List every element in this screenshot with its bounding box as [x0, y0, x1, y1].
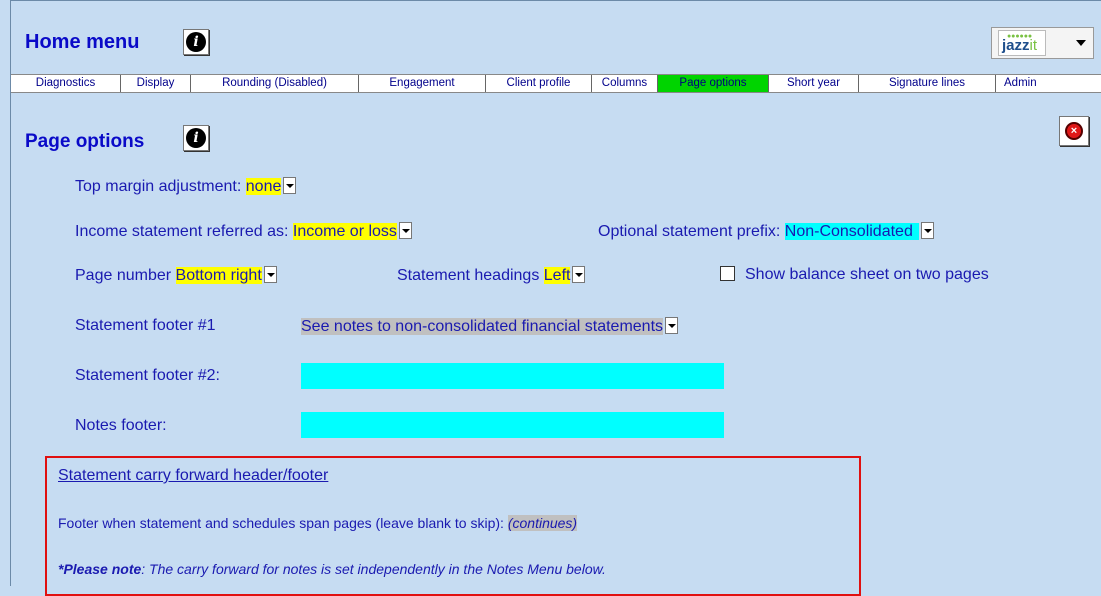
- home-menu-panel: Home menu i ● ● ● ● ● ● jazzit Diagnosti…: [10, 0, 1101, 596]
- income-statement-label: Income statement referred as:: [75, 223, 289, 240]
- page-options-info-button[interactable]: i: [183, 125, 209, 151]
- chevron-down-icon[interactable]: [665, 317, 679, 334]
- chevron-down-icon[interactable]: [398, 222, 412, 239]
- note-text: : The carry forward for notes is set ind…: [141, 561, 606, 577]
- statement-prefix-select[interactable]: Non-Consolidated: [784, 223, 919, 240]
- chevron-down-icon[interactable]: [283, 177, 297, 194]
- logo-text: jazzit: [1002, 37, 1038, 54]
- page-title: Home menu: [25, 31, 140, 53]
- close-button[interactable]: ×: [1059, 116, 1089, 146]
- home-info-button[interactable]: i: [183, 29, 209, 55]
- close-icon: ×: [1065, 122, 1083, 140]
- top-margin-label: Top margin adjustment:: [75, 178, 242, 195]
- tab-rounding[interactable]: Rounding (Disabled): [191, 75, 359, 92]
- income-statement-select[interactable]: Income or loss: [292, 223, 397, 240]
- footer1-label: Statement footer #1: [75, 317, 216, 334]
- balance-sheet-checkbox[interactable]: [720, 266, 735, 281]
- carry-forward-footer-label: Footer when statement and schedules span…: [58, 515, 504, 531]
- footer1-select[interactable]: See notes to non-consolidated financial …: [301, 318, 664, 335]
- top-margin-row: Top margin adjustment: none: [75, 177, 297, 196]
- statement-headings-row: Statement headings Left: [397, 266, 586, 285]
- income-statement-row: Income statement referred as: Income or …: [75, 222, 412, 241]
- tab-bar: Diagnostics Display Rounding (Disabled) …: [11, 74, 1101, 93]
- tab-signature-lines[interactable]: Signature lines: [859, 75, 996, 92]
- carry-forward-note: *Please note: The carry forward for note…: [58, 561, 606, 577]
- note-emphasis: *Please note: [58, 561, 142, 577]
- notes-footer-input[interactable]: [301, 412, 724, 438]
- tab-short-year[interactable]: Short year: [769, 75, 859, 92]
- page-number-row: Page number Bottom right: [75, 266, 277, 285]
- tab-engagement[interactable]: Engagement: [359, 75, 486, 92]
- tab-display[interactable]: Display: [121, 75, 191, 92]
- info-icon: i: [186, 128, 206, 148]
- chevron-down-icon[interactable]: [263, 266, 277, 283]
- carry-forward-footer-input[interactable]: (continues): [507, 515, 578, 531]
- carry-forward-box: Statement carry forward header/footer Fo…: [45, 456, 861, 596]
- balance-sheet-label: Show balance sheet on two pages: [745, 266, 989, 283]
- tab-page-options[interactable]: Page options: [658, 75, 769, 92]
- section-title: Page options: [25, 131, 145, 152]
- footer2-label: Statement footer #2:: [75, 367, 220, 384]
- statement-headings-select[interactable]: Left: [543, 267, 571, 284]
- footer2-input[interactable]: [301, 363, 724, 389]
- caret-down-icon: [1076, 40, 1086, 46]
- chevron-down-icon[interactable]: [920, 222, 934, 239]
- carry-forward-footer-row: Footer when statement and schedules span…: [58, 515, 578, 531]
- page-number-label: Page number: [75, 267, 172, 284]
- balance-sheet-row: Show balance sheet on two pages: [720, 266, 989, 284]
- tab-diagnostics[interactable]: Diagnostics: [11, 75, 121, 92]
- logo-menu-button[interactable]: ● ● ● ● ● ● jazzit: [991, 27, 1094, 59]
- notes-footer-label: Notes footer:: [75, 417, 167, 434]
- carry-forward-title-link[interactable]: Statement carry forward header/footer: [58, 467, 328, 485]
- chevron-down-icon[interactable]: [572, 266, 586, 283]
- top-margin-select[interactable]: none: [245, 178, 282, 195]
- statement-prefix-label: Optional statement prefix:: [598, 223, 781, 240]
- footer1-row: See notes to non-consolidated financial …: [301, 317, 679, 336]
- info-icon: i: [186, 32, 206, 52]
- tab-admin[interactable]: Admin: [996, 75, 1101, 92]
- tab-client-profile[interactable]: Client profile: [486, 75, 592, 92]
- statement-headings-label: Statement headings: [397, 267, 540, 284]
- jazzit-logo: ● ● ● ● ● ● jazzit: [998, 30, 1046, 56]
- tab-columns[interactable]: Columns: [592, 75, 658, 92]
- page-number-select[interactable]: Bottom right: [175, 267, 262, 284]
- statement-prefix-row: Optional statement prefix: Non-Consolida…: [598, 222, 934, 241]
